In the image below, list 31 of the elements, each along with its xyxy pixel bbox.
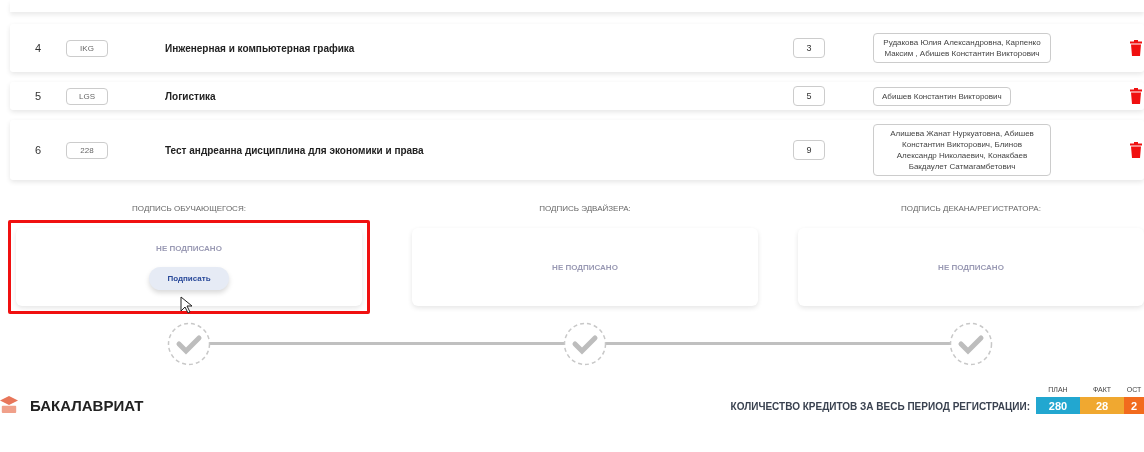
row-number: 5	[33, 90, 43, 102]
discipline-name: Тест андреанна дисциплина для экономики и права	[165, 144, 425, 156]
discipline-name: Инженерная и компьютерная графика	[165, 42, 356, 54]
credits-field: 9	[793, 140, 825, 160]
credits-value: 28	[1080, 397, 1124, 414]
teachers-field: Алишева Жанат Нуркуатовна, Абишев Константин Викторович, Блинов Александр Николаевич, Конакбаев Бакдаулет Сатмагамбетович	[873, 124, 1051, 176]
credits-label: КОЛИЧЕСТВО КРЕДИТОВ ЗА ВЕСЬ ПЕРИОД РЕГИСТРАЦИИ:	[730, 401, 1030, 412]
signature-status: НЕ ПОДПИСАНО	[552, 262, 618, 272]
sign-button[interactable]: Подписать	[149, 267, 229, 290]
discipline-name: Логистика	[165, 90, 217, 102]
code-badge: LGS	[66, 87, 108, 105]
teachers-field: Абишев Константин Викторович	[873, 86, 1011, 106]
graduation-cap-icon	[0, 394, 18, 414]
signature-label: ПОДПИСЬ ЭДВАЙЗЕРА:	[539, 204, 631, 213]
signature-label: ПОДПИСЬ ОБУЧАЮЩЕГОСЯ:	[132, 204, 246, 213]
credits-value: 280	[1036, 397, 1080, 414]
signature-status: НЕ ПОДПИСАНО	[938, 262, 1004, 272]
program-title: БАКАЛАВРИАТ	[30, 397, 144, 414]
code-badge: 228	[66, 141, 108, 159]
code-badge: IKG	[66, 39, 108, 57]
row-number: 6	[33, 144, 43, 156]
teachers-field: Рудакова Юлия Александровна, Карпенко Максим , Абишев Константин Викторович	[873, 33, 1051, 63]
trash-icon[interactable]	[1130, 88, 1142, 104]
credits-field: 5	[793, 86, 825, 106]
row-number: 4	[33, 42, 43, 54]
credits-value: 2	[1124, 397, 1144, 414]
credits-field: 3	[793, 38, 825, 58]
signature-status: НЕ ПОДПИСАНО	[156, 244, 222, 253]
trash-icon[interactable]	[1130, 142, 1142, 158]
trash-icon[interactable]	[1130, 40, 1142, 56]
signature-label: ПОДПИСЬ ДЕКАНА/РЕГИСТРАТОРА:	[901, 204, 1041, 213]
